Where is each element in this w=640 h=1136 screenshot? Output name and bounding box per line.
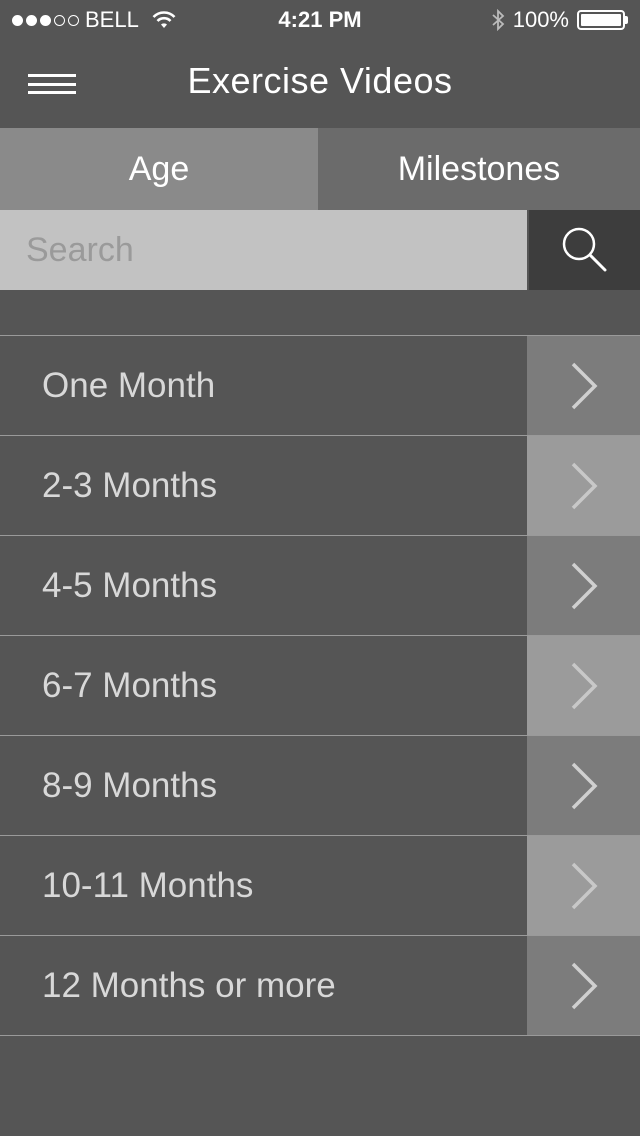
- page-title: Exercise Videos: [187, 60, 453, 101]
- signal-dot: [12, 14, 23, 26]
- battery-tip: [625, 16, 628, 24]
- list-item[interactable]: 12 Months or more: [0, 936, 640, 1036]
- list-item-label: 12 Months or more: [42, 965, 336, 1005]
- screen: BELL 4:21 PM 100% Exercise Videos Age Mi…: [0, 0, 640, 1136]
- status-left: BELL: [12, 7, 177, 33]
- row-arrow-button[interactable]: [527, 636, 640, 735]
- search-button[interactable]: [527, 210, 640, 290]
- list-item-label: One Month: [42, 365, 216, 405]
- list-item[interactable]: One Month: [0, 336, 640, 436]
- signal-dot: [54, 14, 65, 26]
- chevron-right-icon: [571, 962, 597, 1009]
- chevron-right-icon: [571, 662, 597, 709]
- row-arrow-button[interactable]: [527, 936, 640, 1035]
- age-list: One Month 2-3 Months 4-5 Months 6-7 Mont…: [0, 335, 640, 1036]
- signal-dot: [68, 14, 79, 26]
- list-item[interactable]: 6-7 Months: [0, 636, 640, 736]
- row-arrow-button[interactable]: [527, 436, 640, 535]
- list-item[interactable]: 10-11 Months: [0, 836, 640, 936]
- signal-strength-icon: [12, 14, 79, 26]
- row-arrow-button[interactable]: [527, 836, 640, 935]
- chevron-right-icon: [571, 562, 597, 609]
- battery-percent: 100%: [512, 7, 569, 32]
- list-item-label: 8-9 Months: [42, 765, 218, 805]
- list-item[interactable]: 2-3 Months: [0, 436, 640, 536]
- row-arrow-button[interactable]: [527, 736, 640, 835]
- battery-body: [577, 10, 625, 30]
- chevron-right-icon: [571, 762, 597, 809]
- segmented-tabs: Age Milestones: [0, 128, 640, 210]
- battery-fill: [581, 14, 621, 26]
- nav-bar: Exercise Videos: [0, 40, 640, 128]
- list-item-label: 10-11 Months: [42, 865, 254, 905]
- signal-dot: [26, 14, 37, 26]
- search-input[interactable]: [0, 210, 527, 290]
- list-item[interactable]: 4-5 Months: [0, 536, 640, 636]
- status-bar: BELL 4:21 PM 100%: [0, 0, 640, 40]
- chevron-right-icon: [571, 362, 597, 409]
- list-item[interactable]: 8-9 Months: [0, 736, 640, 836]
- chevron-right-icon: [571, 862, 597, 909]
- row-arrow-button[interactable]: [527, 536, 640, 635]
- battery-icon: [577, 10, 628, 30]
- bluetooth-icon: [492, 9, 505, 31]
- row-arrow-button[interactable]: [527, 336, 640, 435]
- wifi-icon: [152, 11, 176, 28]
- signal-dot: [40, 14, 51, 26]
- list-item-label: 6-7 Months: [42, 665, 218, 705]
- list-item-label: 2-3 Months: [42, 465, 218, 505]
- list-item-label: 4-5 Months: [42, 565, 218, 605]
- search-icon: [562, 227, 606, 272]
- search-bar: [0, 210, 640, 290]
- status-right: 100%: [491, 7, 628, 33]
- carrier-name: BELL: [85, 7, 139, 32]
- tab-milestones[interactable]: Milestones: [318, 128, 640, 210]
- chevron-right-icon: [571, 462, 597, 509]
- tab-age[interactable]: Age: [0, 128, 318, 210]
